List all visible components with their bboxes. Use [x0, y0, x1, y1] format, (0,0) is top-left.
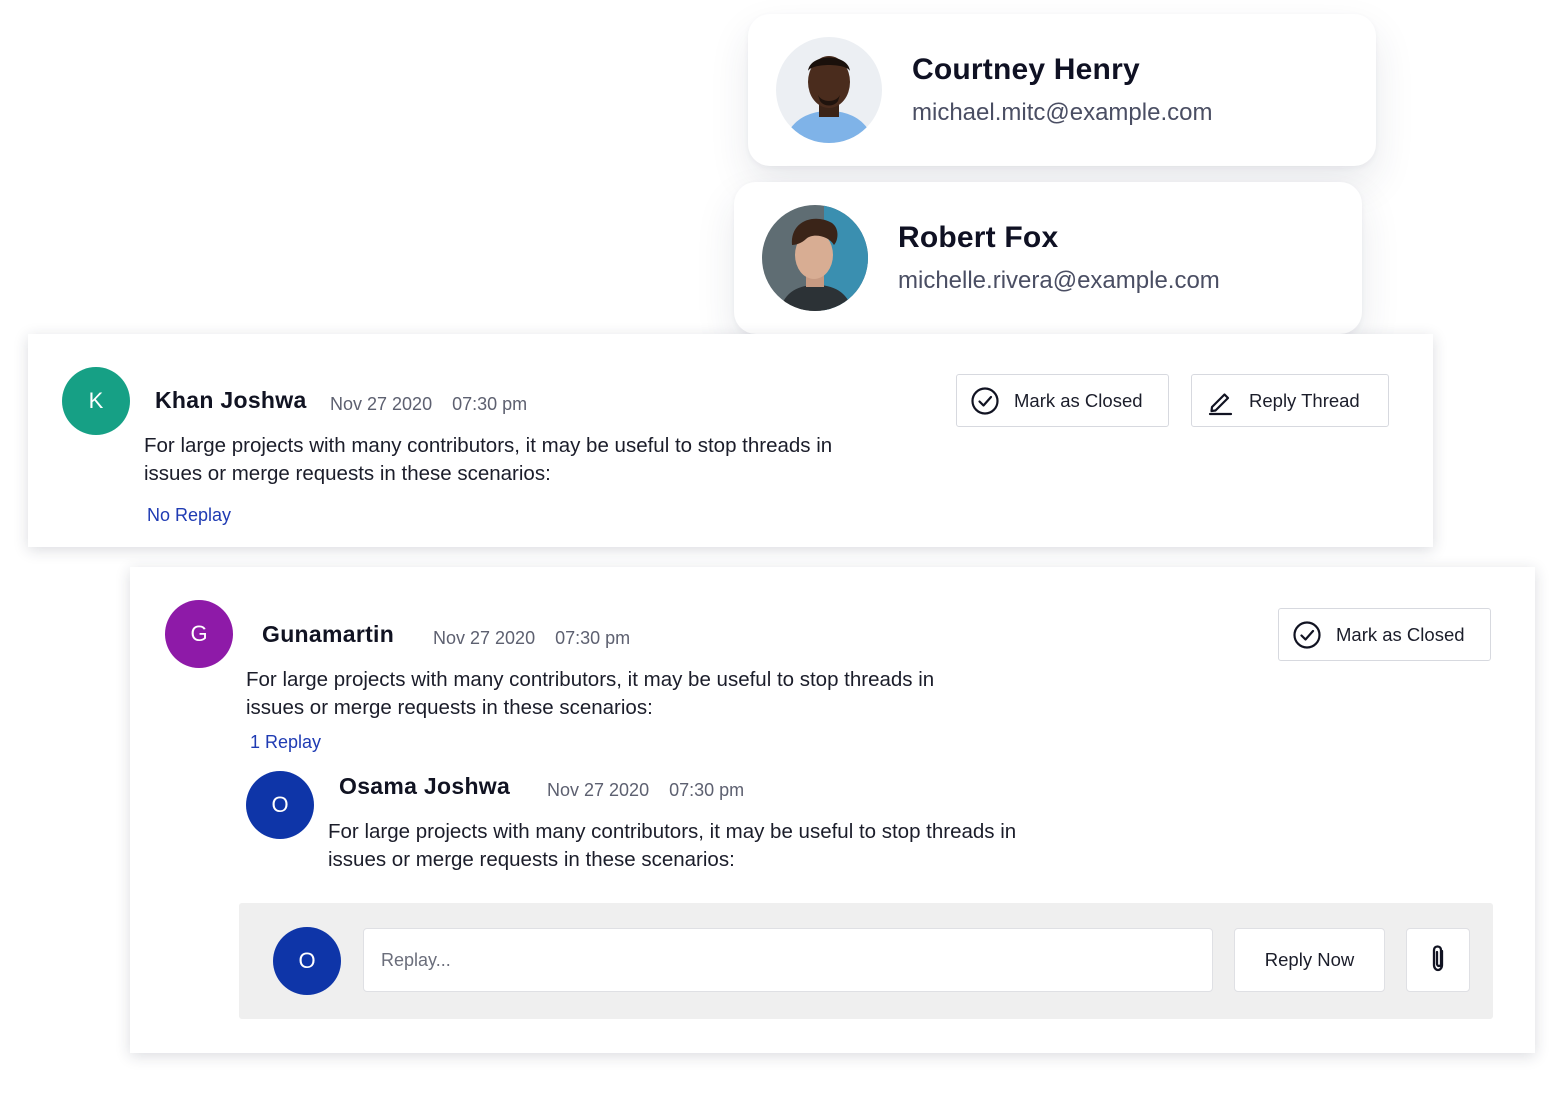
mark-as-closed-label: Mark as Closed	[1014, 389, 1143, 411]
author-name: Khan Joshwa	[155, 387, 307, 413]
thread-timestamp: Nov 27 2020 07:30 pm	[433, 628, 630, 649]
reply-message: For large projects with many contributor…	[328, 818, 1016, 874]
reply-date: Nov 27 2020	[547, 780, 650, 800]
author-avatar: K	[62, 367, 130, 435]
reply-thread-button[interactable]: Reply Thread	[1191, 374, 1389, 427]
check-circle-icon	[970, 386, 1000, 416]
mark-as-closed-button[interactable]: Mark as Closed	[956, 374, 1169, 427]
thread-message: For large projects with many contributor…	[246, 666, 934, 722]
check-circle-icon	[1292, 620, 1322, 650]
replies-link[interactable]: No Replay	[147, 505, 231, 526]
reply-author-name: Osama Joshwa	[339, 773, 511, 799]
reply-time: 07:30 pm	[669, 780, 745, 800]
contact-name: Courtney Henry	[912, 53, 1140, 86]
contact-email: michelle.rivera@example.com	[898, 267, 1220, 294]
mark-as-closed-button[interactable]: Mark as Closed	[1278, 608, 1491, 661]
thread-timestamp: Nov 27 2020 07:30 pm	[330, 394, 527, 415]
thread-date: Nov 27 2020	[330, 394, 433, 414]
message-line: issues or merge requests in these scenar…	[246, 696, 653, 719]
avatar-initial: O	[271, 792, 289, 817]
message-line: For large projects with many contributor…	[328, 820, 1017, 843]
message-line: For large projects with many contributor…	[144, 434, 833, 457]
avatar-initial: O	[298, 948, 316, 973]
message-line: For large projects with many contributor…	[246, 668, 935, 691]
author-avatar: G	[165, 600, 233, 668]
contact-name: Robert Fox	[898, 221, 1059, 254]
contact-photo	[776, 37, 882, 143]
thread-time: 07:30 pm	[555, 628, 631, 648]
reply-thread-label: Reply Thread	[1249, 389, 1360, 411]
message-line: issues or merge requests in these scenar…	[144, 462, 551, 485]
contact-photo	[762, 205, 868, 311]
mark-as-closed-label: Mark as Closed	[1336, 623, 1465, 645]
reply-composer: O Replay... Reply Now	[239, 903, 1493, 1019]
thread-card: K Khan Joshwa Nov 27 2020 07:30 pm For la…	[28, 334, 1433, 547]
author-name: Gunamartin	[262, 621, 395, 647]
attach-button[interactable]	[1406, 928, 1470, 992]
composer-avatar: O	[273, 927, 341, 995]
avatar-initial: G	[190, 621, 208, 646]
reply-author-avatar: O	[246, 771, 314, 839]
thread-message: For large projects with many contributor…	[144, 432, 832, 488]
thread-time: 07:30 pm	[452, 394, 528, 414]
contact-card-robert-fox[interactable]: Robert Fox michelle.rivera@example.com	[734, 182, 1362, 334]
paperclip-icon	[1427, 943, 1449, 978]
thread-card: G Gunamartin Nov 27 2020 07:30 pm For lar…	[130, 567, 1535, 1053]
replies-link[interactable]: 1 Replay	[250, 732, 321, 753]
reply-input-placeholder: Replay...	[381, 949, 451, 970]
contact-card-courtney-henry[interactable]: Courtney Henry michael.mitc@example.com	[748, 14, 1376, 166]
pencil-icon	[1205, 386, 1235, 416]
reply-timestamp: Nov 27 2020 07:30 pm	[547, 780, 744, 801]
message-line: issues or merge requests in these scenar…	[328, 848, 735, 871]
contact-email: michael.mitc@example.com	[912, 99, 1213, 126]
thread-date: Nov 27 2020	[433, 628, 536, 648]
avatar-initial: K	[88, 388, 104, 413]
reply-input[interactable]: Replay...	[363, 928, 1213, 992]
reply-now-button[interactable]: Reply Now	[1234, 928, 1385, 992]
